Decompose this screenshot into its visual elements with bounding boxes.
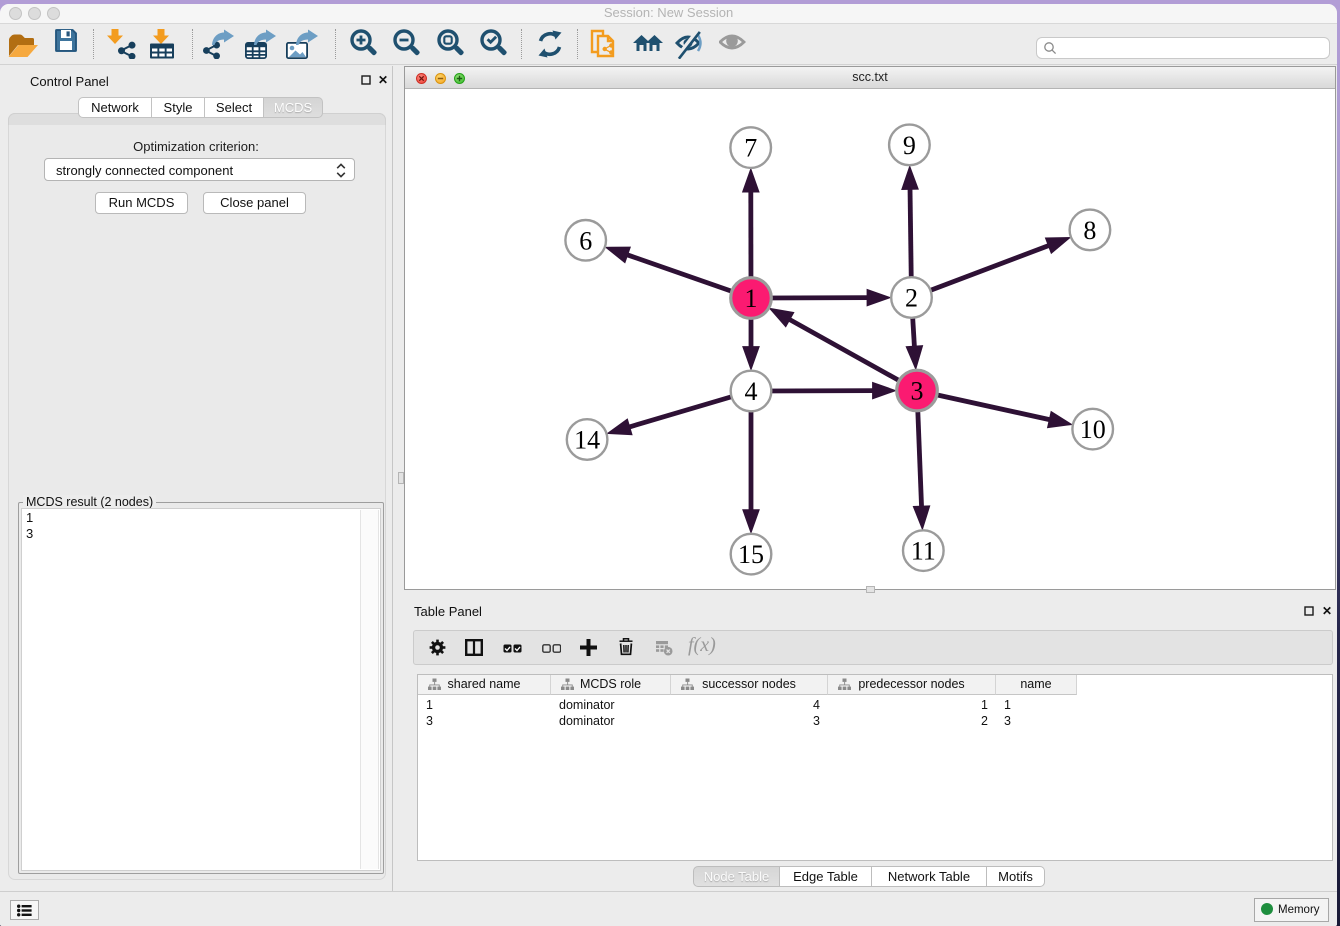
svg-text:3: 3 — [911, 377, 924, 406]
svg-text:11: 11 — [911, 537, 936, 566]
svg-text:6: 6 — [579, 226, 592, 255]
svg-text:14: 14 — [574, 426, 600, 455]
svg-text:1: 1 — [745, 284, 758, 313]
svg-text:2: 2 — [905, 284, 918, 313]
svg-text:7: 7 — [744, 134, 757, 163]
svg-text:4: 4 — [745, 377, 758, 406]
svg-text:8: 8 — [1083, 216, 1096, 245]
svg-text:9: 9 — [903, 131, 916, 160]
svg-text:10: 10 — [1080, 415, 1106, 444]
svg-text:15: 15 — [738, 540, 764, 569]
